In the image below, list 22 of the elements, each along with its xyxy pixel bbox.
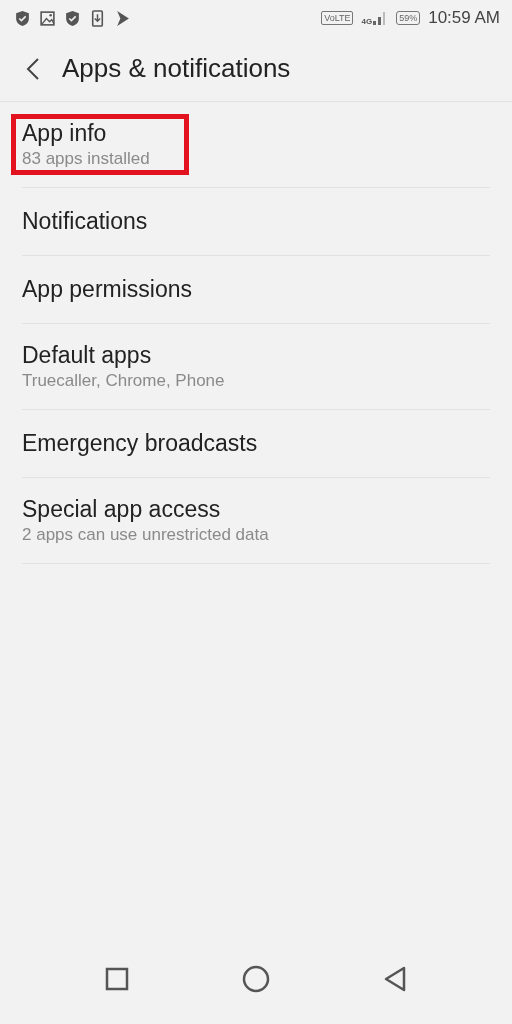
setting-title[interactable]: App permissions [22, 275, 490, 304]
setting-title[interactable]: Notifications [22, 207, 490, 236]
home-icon[interactable] [242, 965, 270, 993]
recents-icon[interactable] [104, 967, 129, 991]
screen-title: Apps & notifications [62, 52, 291, 85]
volte-indicator: VoLTE [321, 11, 354, 25]
setting-summary: Truecaller, Chrome, Phone [22, 369, 226, 392]
setting-title[interactable]: Special app access [22, 495, 490, 524]
image-icon [39, 9, 56, 27]
setting-title[interactable]: Emergency broadcasts [22, 429, 490, 458]
network-type: 4G [361, 18, 373, 26]
shield-check-icon [14, 9, 31, 27]
setting-summary: 83 apps installed [22, 147, 150, 170]
battery-indicator: 59% [396, 11, 421, 25]
download-icon [89, 9, 106, 27]
shield-check-icon [64, 9, 81, 27]
back-icon[interactable] [26, 56, 40, 81]
setting-title[interactable]: App info [22, 119, 150, 148]
setting-title[interactable]: Default apps [22, 341, 490, 370]
clock: 10:59 AM [428, 7, 500, 30]
back-icon[interactable] [383, 966, 408, 992]
setting-summary: 2 apps can use unrestricted data [22, 523, 270, 546]
